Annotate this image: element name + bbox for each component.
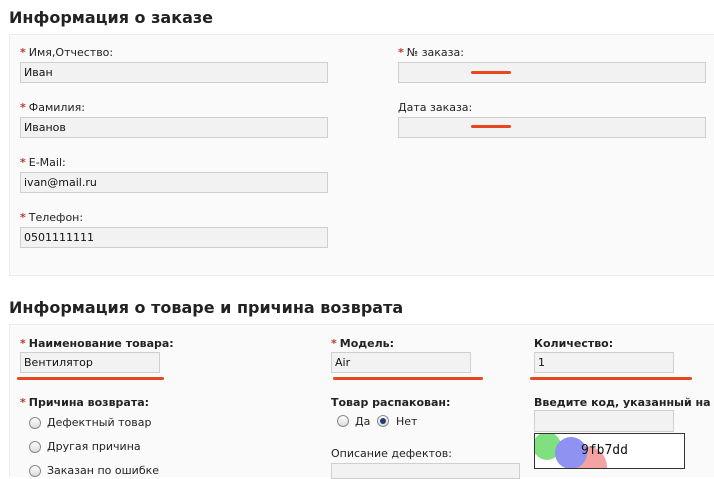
required-mark: * (331, 337, 337, 350)
order-date-label: Дата заказа: (398, 101, 473, 114)
captcha-label: Введите код, указанный на кар (534, 396, 714, 409)
redacted-mark (471, 71, 511, 74)
model-input[interactable]: Air (331, 352, 471, 373)
required-mark: * (20, 101, 26, 114)
return-reason-label: * Причина возврата: (20, 396, 150, 409)
return-reason-option-label: Заказан по ошибке (47, 464, 160, 477)
required-mark: * (398, 46, 404, 59)
highlight-underline (17, 377, 164, 380)
return-reason-radio-defective[interactable] (29, 417, 41, 429)
first-name-input[interactable]: Иван (20, 62, 328, 83)
redacted-mark (471, 125, 511, 128)
unpacked-no-radio[interactable] (377, 415, 389, 427)
product-info-heading: Информация о товаре и причина возврата (9, 298, 404, 317)
unpacked-yes-radio[interactable] (337, 415, 349, 427)
captcha-input[interactable] (534, 410, 674, 432)
defect-description-textarea[interactable] (331, 463, 520, 479)
highlight-underline (333, 377, 483, 380)
unpacked-label: Товар распакован: (331, 396, 451, 409)
phone-input[interactable]: 0501111111 (20, 227, 328, 248)
first-name-label: * Имя,Отчество: (20, 46, 114, 59)
order-number-label: * № заказа: (398, 46, 464, 59)
required-mark: * (20, 156, 26, 169)
phone-label: * Телефон: (20, 211, 84, 224)
order-info-heading: Информация о заказе (9, 8, 214, 27)
quantity-label: Количество: (534, 337, 614, 350)
order-date-input[interactable] (398, 117, 706, 138)
captcha-code: 9fb7dd (581, 443, 628, 458)
quantity-input[interactable]: 1 (534, 352, 674, 373)
order-number-input[interactable] (398, 62, 706, 83)
required-mark: * (20, 46, 26, 59)
return-reason-option-label: Другая причина (47, 440, 141, 453)
model-label: * Модель: (331, 337, 395, 350)
product-name-input[interactable]: Вентилятор (20, 352, 160, 373)
captcha-image: 9fb7dd (534, 433, 685, 469)
email-input[interactable]: ivan@mail.ru (20, 172, 328, 193)
return-reason-radio-other[interactable] (29, 441, 41, 453)
highlight-underline (530, 377, 692, 380)
last-name-input[interactable]: Иванов (20, 117, 328, 138)
return-reason-radio-mistake[interactable] (29, 465, 41, 477)
return-reason-option-label: Дефектный товар (47, 416, 152, 429)
required-mark: * (20, 396, 26, 409)
required-mark: * (20, 337, 26, 350)
product-name-label: * Наименование товара: (20, 337, 174, 350)
required-mark: * (20, 211, 26, 224)
email-label: * E-Mail: (20, 156, 66, 169)
unpacked-no-label: Нет (396, 415, 418, 428)
defect-description-label: Описание дефектов: (331, 447, 452, 460)
last-name-label: * Фамилия: (20, 101, 85, 114)
unpacked-yes-label: Да (355, 415, 371, 428)
